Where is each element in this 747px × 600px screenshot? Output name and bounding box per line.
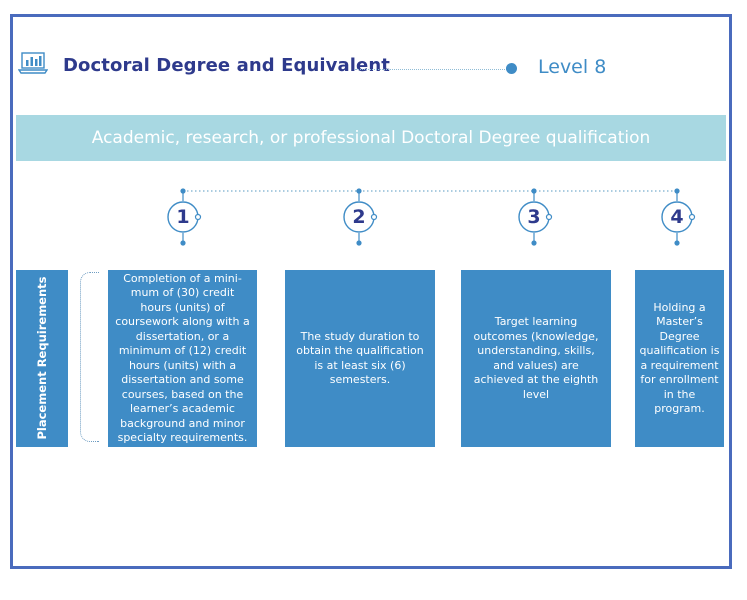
step-number-1: 1 — [176, 206, 190, 228]
diagram-frame: Doctoral Degree and Equivalent Level 8 A… — [10, 14, 732, 569]
requirement-text-3: Target learning outcomes (knowledge, und… — [473, 315, 599, 401]
side-label-text: Placement Requirements — [35, 276, 49, 440]
requirement-box-4: Holding a Master’s Degree qualification … — [635, 270, 724, 447]
step-number-3: 3 — [527, 206, 541, 228]
requirement-text-4: Holding a Master’s Degree qualification … — [639, 300, 720, 416]
step-number-2: 2 — [352, 206, 366, 228]
requirement-text-2: The study duration to obtain the qualifi… — [296, 329, 424, 387]
dotted-bracket — [80, 272, 99, 442]
requirement-box-2: The study duration to obtain the qualifi… — [285, 270, 435, 447]
requirement-box-3: Target learning outcomes (knowledge, und… — [461, 270, 611, 447]
requirement-box-1: Completion of a mini-mum of (30) credit … — [108, 270, 257, 447]
requirement-text-1: Completion of a mini-mum of (30) credit … — [115, 271, 250, 445]
step-number-4: 4 — [670, 206, 684, 228]
placement-requirements-label: Placement Requirements — [16, 270, 68, 447]
